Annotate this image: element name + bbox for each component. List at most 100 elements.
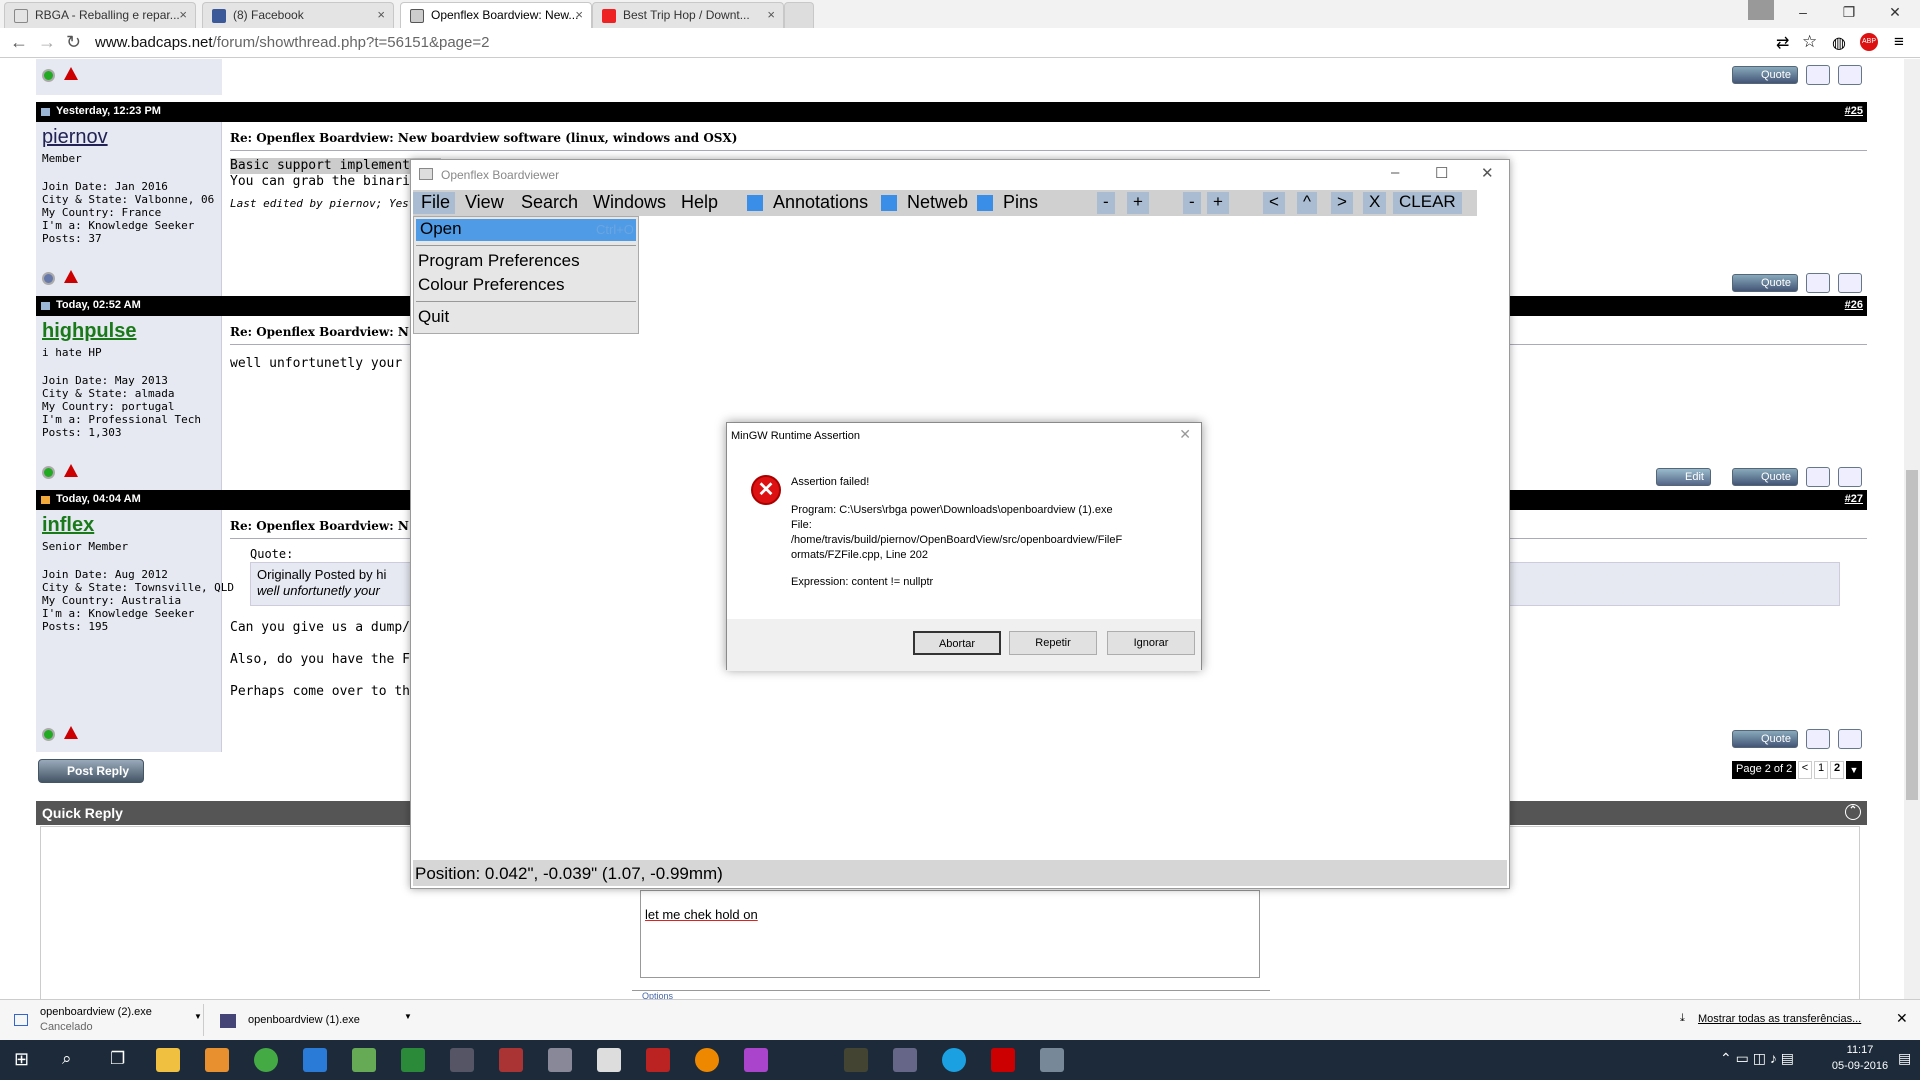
username[interactable]: inflex: [42, 514, 94, 537]
app-icon[interactable]: [646, 1048, 670, 1072]
pan-right-button[interactable]: >: [1331, 192, 1353, 214]
quote-button[interactable]: Quote: [1732, 730, 1798, 748]
star-icon[interactable]: ☆: [1802, 32, 1817, 52]
zoom-in-button[interactable]: +: [1127, 192, 1149, 214]
minimize-icon[interactable]: –: [1391, 164, 1399, 181]
menu-open-item[interactable]: Open Ctrl+O: [416, 219, 636, 241]
multiquote-icon[interactable]: [1806, 273, 1830, 293]
system-tray-icon[interactable]: ⌃ ▭ ◫ ♪ ▤: [1720, 1050, 1794, 1067]
reply-textarea[interactable]: let me chek hold on: [640, 890, 1260, 978]
quote-button[interactable]: Quote: [1732, 274, 1798, 292]
close-icon[interactable]: ✕: [1481, 164, 1494, 182]
multiquote-icon[interactable]: [1806, 467, 1830, 487]
app-icon[interactable]: [844, 1048, 868, 1072]
close-icon[interactable]: ×: [767, 7, 775, 22]
file-explorer-icon[interactable]: [156, 1048, 180, 1072]
post-reply-button[interactable]: Post Reply: [38, 759, 144, 783]
quote-button[interactable]: Quote: [1732, 468, 1798, 486]
url-field[interactable]: www.badcaps.net/forum/showthread.php?t=5…: [95, 34, 489, 51]
edit-button[interactable]: Edit: [1656, 468, 1711, 486]
menu-icon[interactable]: ≡: [1894, 32, 1904, 52]
openboardview-icon[interactable]: [1040, 1048, 1064, 1072]
post-number[interactable]: #27: [1845, 493, 1863, 505]
new-tab-button[interactable]: [784, 2, 814, 28]
start-icon[interactable]: ⊞: [14, 1049, 29, 1070]
restore-icon[interactable]: ❐: [1826, 0, 1872, 26]
media-player-icon[interactable]: [205, 1048, 229, 1072]
scrollbar-thumb[interactable]: [1906, 470, 1918, 800]
pins-checkbox[interactable]: [977, 195, 993, 211]
menu-quit[interactable]: Quit: [418, 307, 449, 327]
rotate-ccw-button[interactable]: -: [1183, 192, 1201, 214]
clear-button[interactable]: CLEAR: [1393, 192, 1462, 214]
page-1-button[interactable]: 1: [1814, 761, 1828, 779]
adblock-icon[interactable]: ABP: [1860, 33, 1878, 51]
close-window-icon[interactable]: ✕: [1872, 0, 1918, 26]
multiquote-icon[interactable]: [1806, 65, 1830, 85]
pan-up-button[interactable]: ^: [1297, 192, 1317, 214]
task-view-icon[interactable]: ❐: [110, 1049, 125, 1069]
reload-icon[interactable]: ↻: [66, 32, 81, 53]
post-number[interactable]: #26: [1845, 299, 1863, 311]
close-icon[interactable]: ×: [377, 7, 385, 22]
collapse-icon[interactable]: ⌃: [1845, 804, 1861, 820]
profile-icon[interactable]: [1748, 0, 1774, 20]
app-icon[interactable]: [695, 1048, 719, 1072]
globe-icon[interactable]: ◍: [1832, 33, 1846, 53]
app-icon[interactable]: [499, 1048, 523, 1072]
netweb-checkbox[interactable]: [881, 195, 897, 211]
back-icon[interactable]: ←: [10, 32, 28, 53]
menu-program-preferences[interactable]: Program Preferences: [418, 251, 580, 271]
quick-reply-icon[interactable]: [1838, 729, 1862, 749]
options-link[interactable]: Options: [632, 990, 1270, 999]
report-icon[interactable]: [64, 464, 78, 477]
zoom-out-button[interactable]: -: [1097, 192, 1115, 214]
app-icon[interactable]: [597, 1048, 621, 1072]
edge-icon[interactable]: [303, 1048, 327, 1072]
report-icon[interactable]: [64, 726, 78, 739]
menu-search[interactable]: Search: [521, 192, 578, 213]
report-icon[interactable]: [64, 67, 78, 80]
translate-icon[interactable]: ⇄: [1776, 33, 1789, 53]
tab-rbga[interactable]: RBGA - Reballing e repar... ×: [4, 2, 196, 28]
app-icon[interactable]: [893, 1048, 917, 1072]
download-item[interactable]: openboardview (2).exe Cancelado ▼: [8, 1004, 204, 1036]
chrome-icon[interactable]: [254, 1048, 278, 1072]
close-icon[interactable]: ✕: [1179, 426, 1191, 443]
app-icon[interactable]: [548, 1048, 572, 1072]
show-all-downloads-link[interactable]: Mostrar todas as transferências...: [1698, 1013, 1861, 1025]
username[interactable]: piernov: [42, 126, 108, 149]
quick-reply-icon[interactable]: [1838, 273, 1862, 293]
search-icon[interactable]: ⌕: [62, 1049, 72, 1069]
app-icon[interactable]: [450, 1048, 474, 1072]
download-item[interactable]: openboardview (1).exe ▼: [214, 1004, 414, 1036]
menu-colour-preferences[interactable]: Colour Preferences: [418, 275, 564, 295]
close-icon[interactable]: ×: [179, 7, 187, 22]
reset-button[interactable]: X: [1363, 192, 1387, 214]
rotate-cw-button[interactable]: +: [1207, 192, 1229, 214]
close-icon[interactable]: ×: [575, 7, 583, 22]
app-icon[interactable]: [744, 1048, 768, 1072]
skype-icon[interactable]: [942, 1048, 966, 1072]
retry-button[interactable]: Repetir: [1009, 631, 1097, 655]
quick-reply-icon[interactable]: [1838, 467, 1862, 487]
menu-windows[interactable]: Windows: [593, 192, 666, 213]
prev-page-button[interactable]: <: [1798, 761, 1812, 779]
chevron-down-icon[interactable]: ▼: [194, 1012, 202, 1021]
quick-reply-icon[interactable]: [1838, 65, 1862, 85]
username[interactable]: highpulse: [42, 320, 136, 343]
notifications-icon[interactable]: ▤: [1898, 1050, 1911, 1067]
ignore-button[interactable]: Ignorar: [1107, 631, 1195, 655]
tab-openflex[interactable]: Openflex Boardview: New... ×: [400, 2, 592, 28]
close-icon[interactable]: ✕: [1896, 1010, 1908, 1027]
app-icon[interactable]: [352, 1048, 376, 1072]
tab-facebook[interactable]: (8) Facebook ×: [202, 2, 394, 28]
pan-left-button[interactable]: <: [1263, 192, 1285, 214]
menu-view[interactable]: View: [465, 192, 504, 213]
page-jump-icon[interactable]: ▼: [1846, 761, 1862, 779]
quote-button[interactable]: Quote: [1732, 66, 1798, 84]
post-number[interactable]: #25: [1845, 105, 1863, 117]
pdf-icon[interactable]: [991, 1048, 1015, 1072]
chevron-down-icon[interactable]: ▼: [404, 1012, 412, 1021]
maximize-icon[interactable]: ☐: [1435, 164, 1448, 182]
